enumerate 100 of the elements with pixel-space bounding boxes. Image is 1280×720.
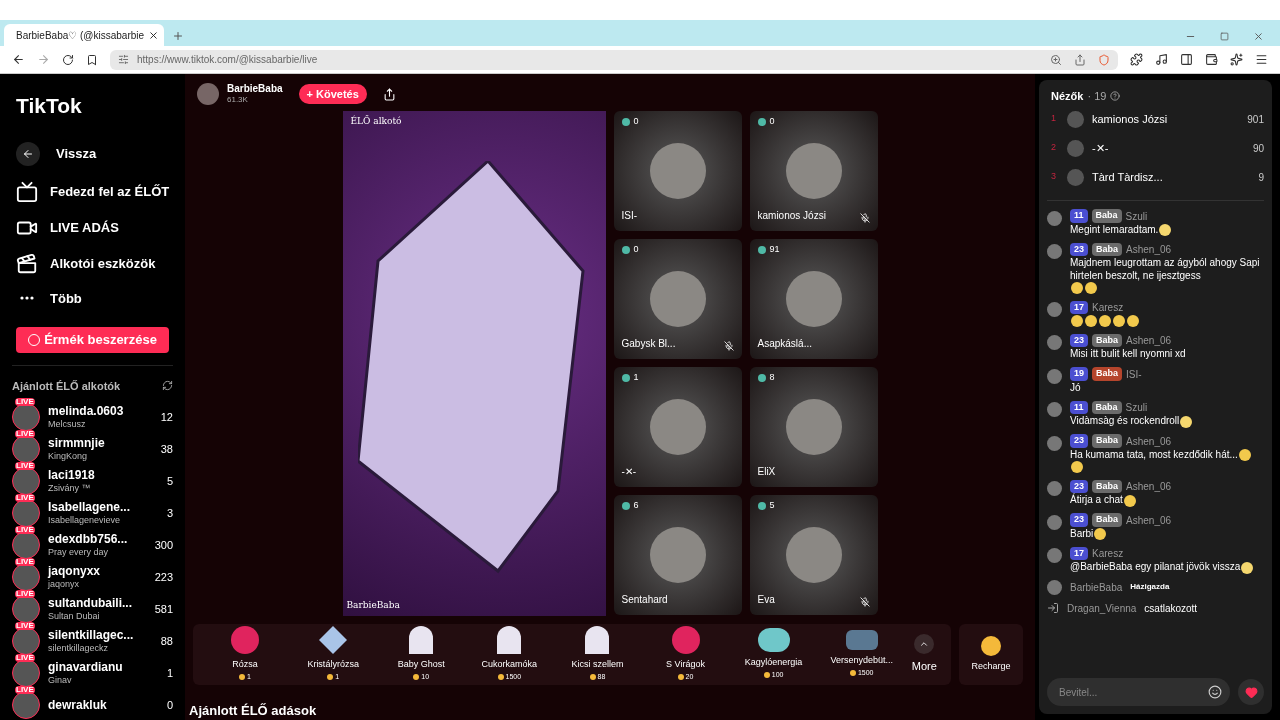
extensions-icon[interactable] — [1130, 53, 1143, 66]
join-text: csatlakozott — [1144, 601, 1198, 616]
close-window-icon[interactable] — [1253, 31, 1264, 42]
level-badge: 11 — [1070, 209, 1088, 223]
host-avatar[interactable] — [197, 83, 219, 105]
avatar — [1047, 402, 1062, 417]
creator-name: jaqonyxx — [48, 563, 102, 579]
avatar — [1047, 579, 1062, 595]
wallet-icon[interactable] — [1205, 53, 1218, 66]
grinning-emoji-icon — [1123, 494, 1136, 507]
nav-item[interactable]: Több — [12, 281, 173, 315]
username: Ashen_06 — [1126, 334, 1172, 348]
follow-button[interactable]: + Követés — [298, 84, 367, 104]
nav-item[interactable]: Fedezd fel az ÉLŐT — [12, 173, 173, 210]
reload-icon[interactable] — [62, 53, 74, 66]
avatar — [1047, 244, 1062, 259]
guest-tile[interactable]: 0 ISI- — [613, 111, 742, 231]
nav-item[interactable]: Alkotói eszközök — [12, 245, 173, 282]
guest-name: Asapkáslá... — [757, 337, 812, 351]
bookmark-icon[interactable] — [86, 53, 98, 66]
gem-icon — [621, 373, 630, 382]
get-coins-button[interactable]: Érmék beszerzése — [16, 327, 169, 353]
message-text: Majdnem leugrottam az ágyból ahogy Sapi hirtelen beszolt, ne ijesztgess — [1070, 257, 1261, 282]
avatar — [12, 435, 40, 463]
section-heading: Ajánlott ÉLŐ adások — [189, 701, 318, 720]
guest-name: Gabysk Bl... — [621, 337, 676, 351]
share-icon[interactable] — [382, 87, 396, 101]
gift-name: Versenydebüt... — [830, 654, 893, 668]
video-label: ÉLŐ alkotó — [350, 115, 402, 128]
sparkle-icon[interactable] — [1230, 53, 1243, 66]
gift-name: Kagylóenergia — [744, 656, 803, 670]
guest-tile[interactable]: 6 Sentahard — [613, 495, 742, 615]
like-button[interactable] — [1238, 679, 1264, 705]
site-settings-icon[interactable] — [118, 54, 129, 65]
guest-tile[interactable]: 0 kamionos Józsi — [749, 111, 878, 231]
gem-icon — [757, 373, 766, 382]
guest-tile[interactable]: 5 Eva — [749, 495, 878, 615]
host-name: BarbieBaba — [227, 82, 283, 96]
avatar — [1067, 110, 1084, 128]
creator-subtitle: jaqonyx — [48, 578, 81, 591]
top-viewer-row[interactable]: 3 Tàrd Tàrdisz... 9 — [1047, 162, 1264, 192]
back-button[interactable] — [16, 141, 40, 166]
guest-tile[interactable]: 1 -✕- — [613, 367, 742, 487]
message-text: Átirja a chat — [1070, 494, 1123, 507]
level-badge: 23 — [1070, 479, 1088, 494]
gift-count: 0 — [621, 243, 639, 257]
grinning-emoji-icon — [1094, 528, 1107, 540]
address-bar[interactable]: https://www.tiktok.com/@kissabarbie/live — [110, 49, 1118, 70]
live-badge: LIVE — [15, 430, 35, 438]
sidebar-icon[interactable] — [1180, 53, 1193, 66]
creator-name: laci1918 — [48, 467, 96, 483]
fan-badge: Baba — [1092, 434, 1123, 448]
viewer-count: 0 — [166, 697, 173, 713]
creator-name: ginavardianu — [48, 659, 124, 675]
avatar — [1047, 548, 1062, 563]
menu-icon[interactable] — [1255, 53, 1268, 66]
guest-tile[interactable]: 91 Asapkáslá... — [749, 239, 878, 359]
fan-badge: Baba — [1092, 333, 1123, 348]
close-icon[interactable] — [148, 29, 160, 41]
top-viewer-row[interactable]: 1 kamionos Józsi 901 — [1047, 104, 1264, 134]
nav-label[interactable]: Vissza — [56, 143, 97, 164]
live-badge: LIVE — [15, 398, 35, 406]
fan-badge: Baba — [1091, 400, 1122, 415]
nav-item[interactable]: LIVE ADÁS — [12, 209, 173, 246]
avatar — [12, 467, 40, 495]
avatar — [1047, 514, 1062, 530]
message-text: @BarbieBaba egy pilanat jövök vissza — [1070, 561, 1241, 574]
guest-tile[interactable]: 8 EliX — [749, 367, 878, 487]
creator-subtitle: silentkillageckz — [48, 642, 110, 655]
more-gifts-button[interactable]: More — [911, 634, 937, 675]
zoom-icon[interactable] — [1050, 53, 1062, 66]
avatar — [1047, 435, 1062, 451]
creator-name: sirmmnjie — [48, 435, 106, 451]
tiktok-logo[interactable]: TikTok — [12, 90, 173, 122]
browser-tab[interactable]: BarbieBaba♡ (@kissabarbie — [4, 24, 164, 46]
fan-badge: Baba — [1091, 209, 1122, 223]
new-tab-icon[interactable] — [172, 30, 184, 42]
viewer-score: 90 — [1252, 141, 1264, 156]
live-badge: LIVE — [15, 686, 35, 694]
recharge-button[interactable]: Recharge — [959, 624, 1023, 685]
top-viewer-row[interactable]: 2 -✕- 90 — [1047, 133, 1264, 163]
avatar — [1047, 210, 1062, 226]
back-icon[interactable] — [12, 53, 25, 66]
gem-icon — [757, 245, 766, 254]
creator-subtitle: Sultan Dubai — [48, 610, 101, 623]
coin-icon — [239, 674, 246, 680]
guest-tile[interactable]: 0 Gabysk Bl... — [613, 239, 742, 359]
help-icon[interactable] — [1110, 91, 1121, 102]
emoji-picker-icon[interactable] — [1208, 685, 1222, 699]
refresh-icon[interactable] — [162, 380, 173, 392]
viewer-total: · 19 — [1087, 89, 1107, 104]
creator-name: Isabellagene... — [48, 499, 132, 515]
viewer-count: 5 — [166, 473, 173, 489]
level-badge: 23 — [1070, 513, 1088, 527]
chat-input[interactable]: Bevitel... — [1047, 678, 1230, 706]
viewers-title: Nézők — [1051, 89, 1084, 104]
grinning-emoji-icon — [1113, 315, 1125, 327]
message-text: Barbi — [1070, 527, 1094, 540]
music-icon[interactable] — [1155, 53, 1168, 66]
level-badge: 17 — [1070, 300, 1088, 315]
